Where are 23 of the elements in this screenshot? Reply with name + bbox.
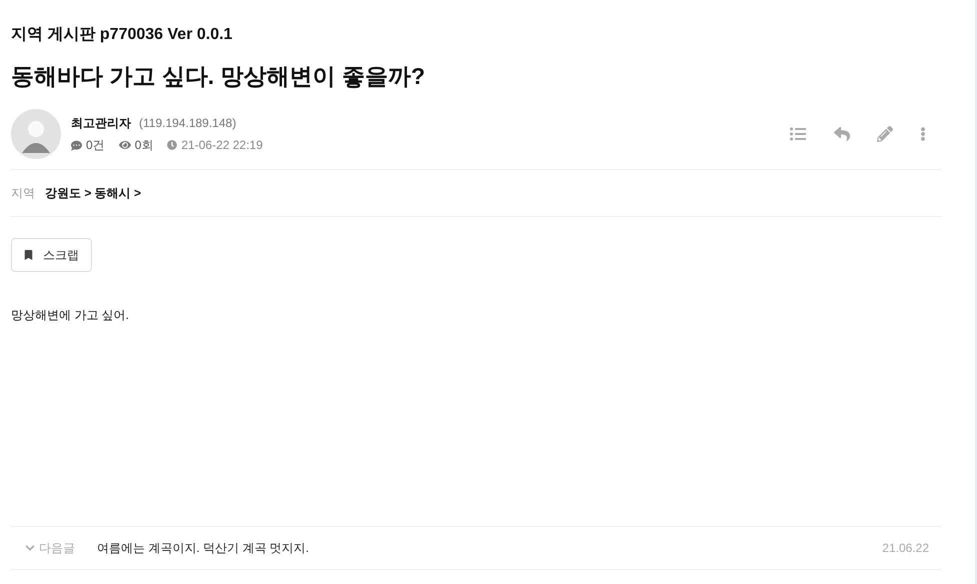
eye-icon [118, 139, 131, 151]
region-path: 강원도 > 동해시 > [45, 185, 142, 202]
region-label: 지역 [11, 185, 35, 202]
view-count: 0회 [134, 137, 154, 154]
author-ip: (119.194.189.148) [139, 115, 236, 132]
board-title: 지역 게시판 p770036 Ver 0.0.1 [11, 25, 234, 45]
more-button[interactable] [919, 127, 927, 141]
chevron-down-icon [25, 543, 35, 553]
clock-icon [167, 140, 178, 150]
next-post-title[interactable]: 여름에는 계곡이지. 덕산기 계곡 멋지지. [97, 539, 310, 557]
comment-icon [71, 140, 82, 150]
reply-button[interactable] [833, 126, 851, 142]
scrap-button[interactable]: 스크랩 [11, 238, 92, 272]
avatar-icon [11, 109, 61, 159]
edit-button[interactable] [877, 126, 893, 142]
post-date: 21-06-22 22:19 [181, 137, 263, 154]
list-button[interactable] [789, 126, 807, 142]
author-name: 최고관리자 [71, 115, 131, 132]
comment-count: 0건 [86, 137, 105, 154]
bookmark-icon [24, 250, 33, 260]
post-body: 망상해변에 가고 싶어. [11, 307, 130, 324]
next-post-date: 21.06.22 [882, 540, 929, 557]
post-title: 동해바다 가고 싶다. 망상해변이 좋을까? [11, 62, 426, 91]
